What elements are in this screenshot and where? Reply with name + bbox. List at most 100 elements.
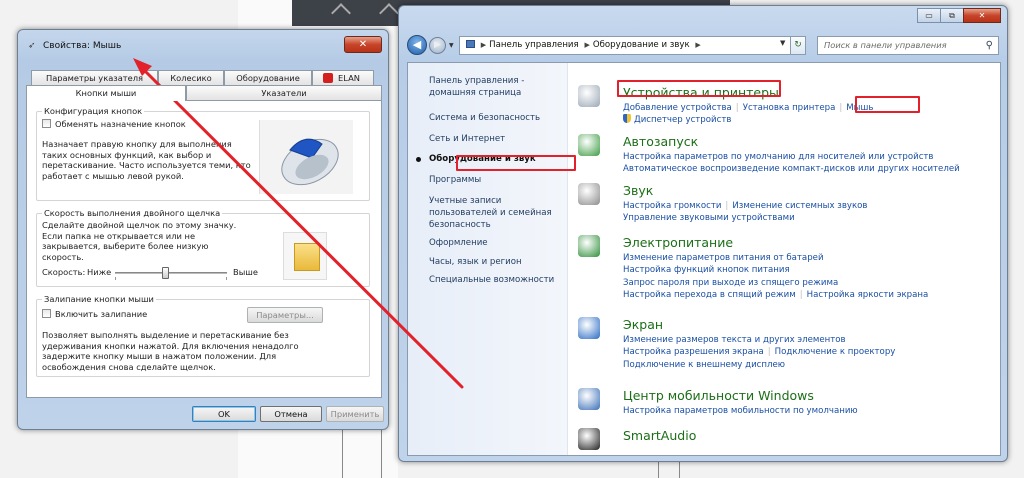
highlight-hardware-sound [456,155,576,171]
category-links: Добавление устройства | Установка принтера… [623,102,1003,127]
speaker-icon[interactable] [578,183,600,205]
close-button[interactable]: ✕ [963,8,1001,23]
printer-icon[interactable] [578,85,600,107]
ok-button[interactable]: OK [192,406,256,422]
category-title[interactable]: Экран [623,317,663,332]
category-link[interactable]: Настройка перехода в спящий режим [623,290,796,300]
link-separator: | [767,347,771,358]
category-link[interactable]: Изменение параметров питания от батарей [623,253,824,263]
click-lock-settings-button[interactable]: Параметры... [247,307,323,323]
nav-home-line1[interactable]: Панель управления - [429,76,524,87]
breadcrumb-separator-icon: ▶ [695,41,701,49]
tab-panel: Конфигурация кнопок Обменять назначение … [26,100,382,398]
category-links: Настройка параметров по умолчанию для но… [623,151,1003,176]
swap-buttons-checkbox[interactable]: Обменять назначение кнопок [42,119,186,129]
highlight-devices-printers [617,80,781,97]
nav-appearance[interactable]: Оформление [429,238,488,249]
uac-shield-icon [623,114,631,124]
nav-network-internet[interactable]: Сеть и Интернет [429,134,505,145]
category-title[interactable]: Центр мобильности Windows [623,388,814,403]
control-panel-icon [466,40,475,48]
tab-wheel[interactable]: Колесико [158,70,224,85]
forward-button[interactable]: ▶ [429,37,446,54]
category-link[interactable]: Изменение системных звуков [732,201,867,211]
nav-home-line2[interactable]: домашняя страница [429,88,521,99]
nav-user-accounts-line1[interactable]: Учетные записи [429,196,501,207]
category-link-row: Настройка громкости | Изменение системных … [623,200,1003,212]
cancel-button[interactable]: Отмена [260,406,322,422]
control-panel-window: ▭ ⧉ ✕ ◀ ▶ ▼ ▶ Панель управления ▶ Оборудов… [398,5,1008,462]
window-controls: ▭ ⧉ ✕ [917,8,1001,23]
category-link[interactable]: Подключение к внешнему дисплею [623,360,785,370]
nav-accessibility[interactable]: Специальные возможности [429,275,554,286]
maximize-button[interactable]: ⧉ [940,8,964,23]
checkbox-box[interactable] [42,119,51,128]
click-lock-group: Залипание кнопки мыши Включить залипание… [36,294,370,377]
category-link-row: Настройка параметров мобильности по умол… [623,405,1003,417]
double-click-description: Сделайте двойной щелчок по этому значку.… [42,220,237,262]
search-input[interactable]: Поиск в панели управления ⚲ [817,36,999,55]
category-title[interactable]: Звук [623,183,653,198]
search-placeholder: Поиск в панели управления [824,40,947,50]
tab-mouse-buttons[interactable]: Кнопки мыши [26,85,186,101]
category-link-row: Изменение параметров питания от батарей [623,252,1003,264]
laptop-icon[interactable] [578,388,600,410]
headphones-icon[interactable] [578,428,600,450]
minimize-button[interactable]: ▭ [917,8,941,23]
apply-button[interactable]: Применить [326,406,384,422]
category-link[interactable]: Установка принтера [743,103,836,113]
speed-low-label: Ниже [87,267,112,277]
category-link[interactable]: Управление звуковыми устройствами [623,213,795,223]
category-link[interactable]: Настройка разрешения экрана [623,347,764,357]
address-bar[interactable]: ▶ Панель управления ▶ Оборудование и звук … [459,36,805,55]
autoplay-icon[interactable] [578,134,600,156]
link-separator: | [839,103,843,113]
category-link[interactable]: Настройка параметров по умолчанию для но… [623,152,934,162]
category-title[interactable]: Автозапуск [623,134,698,149]
test-folder-icon[interactable] [283,232,327,280]
category-link[interactable]: Настройка громкости [623,201,721,211]
mouse-image [259,120,353,194]
category-link[interactable]: Изменение размеров текста и других элеме… [623,335,846,345]
nav-programs[interactable]: Программы [429,175,481,186]
checkbox-box[interactable] [42,309,51,318]
tab-hardware[interactable]: Оборудование [224,70,312,85]
category-link[interactable]: Автоматическое воспроизведение компакт-д… [623,164,960,174]
breadcrumb-separator-icon: ▶ [480,41,487,49]
category-title[interactable]: SmartAudio [623,428,696,443]
nav-user-accounts-line2[interactable]: пользователей и семейная [429,208,552,219]
category-link[interactable]: Добавление устройства [623,103,732,113]
category-links: Изменение размеров текста и других элеме… [623,334,1003,371]
breadcrumb-hardware-sound[interactable]: Оборудование и звук [593,40,690,50]
refresh-button[interactable]: ↻ [790,36,806,55]
category-title[interactable]: Электропитание [623,235,733,250]
nav-user-accounts-line3[interactable]: безопасность [429,220,491,231]
nav-clock-region[interactable]: Часы, язык и регион [429,257,522,268]
category-link[interactable]: Настройка параметров мобильности по умол… [623,406,858,416]
checkbox-label: Включить залипание [55,309,148,319]
category-link[interactable]: Настройка функций кнопок питания [623,265,790,275]
breadcrumb-control-panel[interactable]: Панель управления [489,40,579,50]
speed-high-label: Выше [233,267,258,277]
monitor-icon[interactable] [578,317,600,339]
tab-elan-label: ELAN [338,73,360,83]
category-link[interactable]: Диспетчер устройств [634,115,731,125]
history-dropdown-icon[interactable]: ▼ [449,42,454,49]
tab-elan[interactable]: ELAN [312,70,374,85]
address-dropdown-icon[interactable]: ▼ [780,39,785,47]
category-link[interactable]: Настройка яркости экрана [807,290,929,300]
back-button[interactable]: ◀ [407,35,427,55]
content-area: Панель управления - домашняя страница Си… [407,62,1001,456]
category-link[interactable]: Запрос пароля при выходе из спящего режи… [623,278,838,288]
double-click-speed-slider[interactable] [115,267,227,279]
category-link[interactable]: Подключение к проектору [775,347,896,357]
battery-icon[interactable] [578,235,600,257]
close-button[interactable]: ✕ [344,36,382,53]
search-icon[interactable]: ⚲ [986,37,993,54]
tab-pointer-options[interactable]: Параметры указателя [31,70,158,85]
tab-pointers[interactable]: Указатели [186,85,382,100]
slider-ticks [115,277,227,280]
mouse-pointer-icon: ➶ [28,41,36,51]
nav-system-security[interactable]: Система и безопасность [429,113,540,124]
click-lock-checkbox[interactable]: Включить залипание [42,309,147,319]
